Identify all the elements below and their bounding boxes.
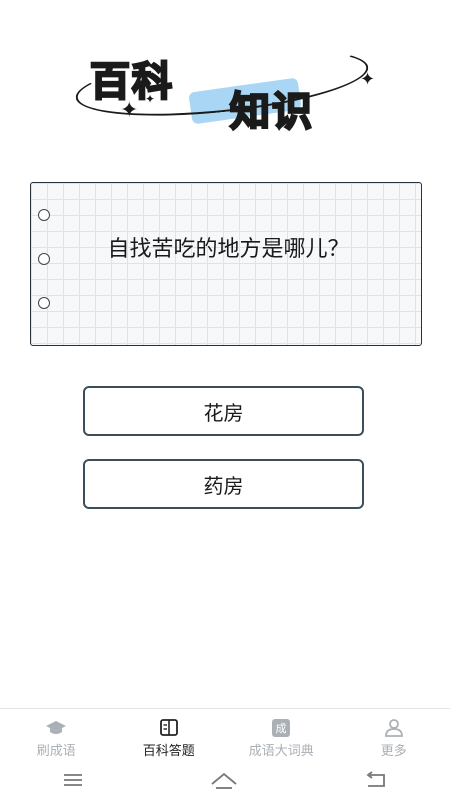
question-card: 自找苦吃的地方是哪儿？: [30, 182, 422, 346]
answer-option-2[interactable]: 药房: [83, 459, 364, 509]
dictionary-icon: 成: [272, 719, 291, 737]
tab-more[interactable]: 更多: [338, 709, 450, 761]
sparkle-icon: ✦: [145, 92, 156, 106]
app-logo: 百科 知识 ✦ ✦ ✦: [70, 37, 380, 136]
tab-idiom-dictionary[interactable]: 成 成语大词典: [225, 709, 338, 761]
tab-label: 更多: [380, 744, 407, 759]
tab-label: 成语大词典: [248, 744, 314, 759]
graduation-cap-icon: [46, 721, 67, 734]
tab-label: 百科答题: [142, 744, 195, 759]
bottom-tab-bar: 刷成语 百科答题 成 成语大词典 更多: [0, 708, 450, 761]
sparkle-icon: ✦: [360, 69, 376, 90]
tab-encyclopedia-quiz[interactable]: 百科答题: [113, 709, 226, 761]
binder-hole: [38, 297, 50, 309]
sparkle-icon: ✦: [120, 98, 139, 123]
user-icon: [384, 719, 403, 737]
back-icon[interactable]: [364, 771, 388, 789]
answer-option-1[interactable]: 花房: [83, 386, 364, 436]
binder-hole: [38, 209, 50, 221]
menu-icon[interactable]: [62, 772, 84, 788]
dictionary-badge-text: 成: [276, 722, 287, 735]
book-icon: [159, 719, 178, 736]
question-text: 自找苦吃的地方是哪儿？: [107, 237, 350, 262]
system-navigation-bar: [0, 760, 450, 800]
logo-text-line2: 知识: [229, 88, 314, 137]
tab-brush-idioms[interactable]: 刷成语: [0, 709, 113, 761]
tab-label: 刷成语: [36, 744, 76, 759]
home-icon[interactable]: [209, 770, 239, 790]
binder-hole: [38, 253, 50, 265]
